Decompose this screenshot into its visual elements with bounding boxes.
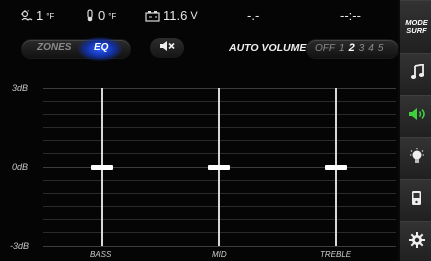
treble-slider-thumb[interactable] <box>325 164 347 170</box>
outside-temp-value: 1 <box>36 8 44 23</box>
battery-value: 11.6 <box>163 8 188 23</box>
mode-value: SURF <box>406 26 427 35</box>
db-label-top: 3dB <box>12 83 29 93</box>
outside-temp: 1 °F <box>20 8 54 23</box>
water-temp-value: 0 <box>98 8 106 23</box>
lighting-button[interactable] <box>400 137 431 180</box>
bass-slider-thumb[interactable] <box>91 164 113 170</box>
auto-volume-level-3[interactable]: 3 <box>359 43 365 54</box>
mid-label: MID <box>212 250 227 259</box>
auto-volume-levels: OFF 1 2 3 4 5 <box>315 42 383 54</box>
eq-button[interactable]: EQ <box>94 42 108 53</box>
auto-volume-level-2[interactable]: 2 <box>349 42 355 54</box>
water-temp: 0 °F <box>85 8 116 23</box>
water-temp-unit: °F <box>108 12 117 21</box>
status-field-4: -.- <box>247 8 259 23</box>
speaker-mute-icon <box>159 39 175 57</box>
db-label-mid: 0dB <box>12 162 29 172</box>
status-bar: 1 °F 0 °F 11.6 V -.- --:-- <box>0 0 398 28</box>
audio-button[interactable] <box>400 95 431 138</box>
music-button[interactable] <box>400 53 431 96</box>
outside-temp-icon <box>20 9 33 22</box>
outside-temp-unit: °F <box>46 12 55 21</box>
mid-slider-thumb[interactable] <box>208 164 230 170</box>
db-label-bottom: -3dB <box>10 241 30 251</box>
battery-unit: V <box>190 9 198 22</box>
mute-button[interactable] <box>150 38 184 58</box>
thermometer-icon <box>85 9 95 22</box>
auto-volume-level-1[interactable]: 1 <box>339 43 345 54</box>
auto-volume-level-5[interactable]: 5 <box>378 43 384 54</box>
settings-gear-icon <box>408 231 425 253</box>
sidebar: MODE SURF <box>398 0 431 261</box>
bass-label: BASS <box>90 250 112 259</box>
settings-button[interactable] <box>400 221 431 261</box>
clock-value: --:-- <box>340 8 361 23</box>
treble-label: TREBLE <box>320 250 352 259</box>
light-bulb-icon <box>409 147 424 170</box>
mode-button[interactable]: MODE SURF <box>400 0 431 54</box>
eq-screen: 1 °F 0 °F 11.6 V -.- --:-- ZONES EQ AUTO… <box>0 0 431 261</box>
status-field-4-value: -.- <box>247 8 260 23</box>
battery-voltage: 11.6 V <box>145 8 198 23</box>
auto-volume-label: AUTO VOLUME <box>229 42 307 54</box>
zones-button[interactable]: ZONES <box>37 42 71 53</box>
phone-button[interactable] <box>400 179 431 222</box>
clock: --:-- <box>340 8 361 23</box>
volume-icon <box>408 107 426 126</box>
music-note-icon <box>410 63 424 85</box>
phone-icon <box>411 190 422 211</box>
auto-volume-level-4[interactable]: 4 <box>368 43 374 54</box>
battery-icon <box>145 10 160 22</box>
auto-volume-off[interactable]: OFF <box>315 43 335 54</box>
